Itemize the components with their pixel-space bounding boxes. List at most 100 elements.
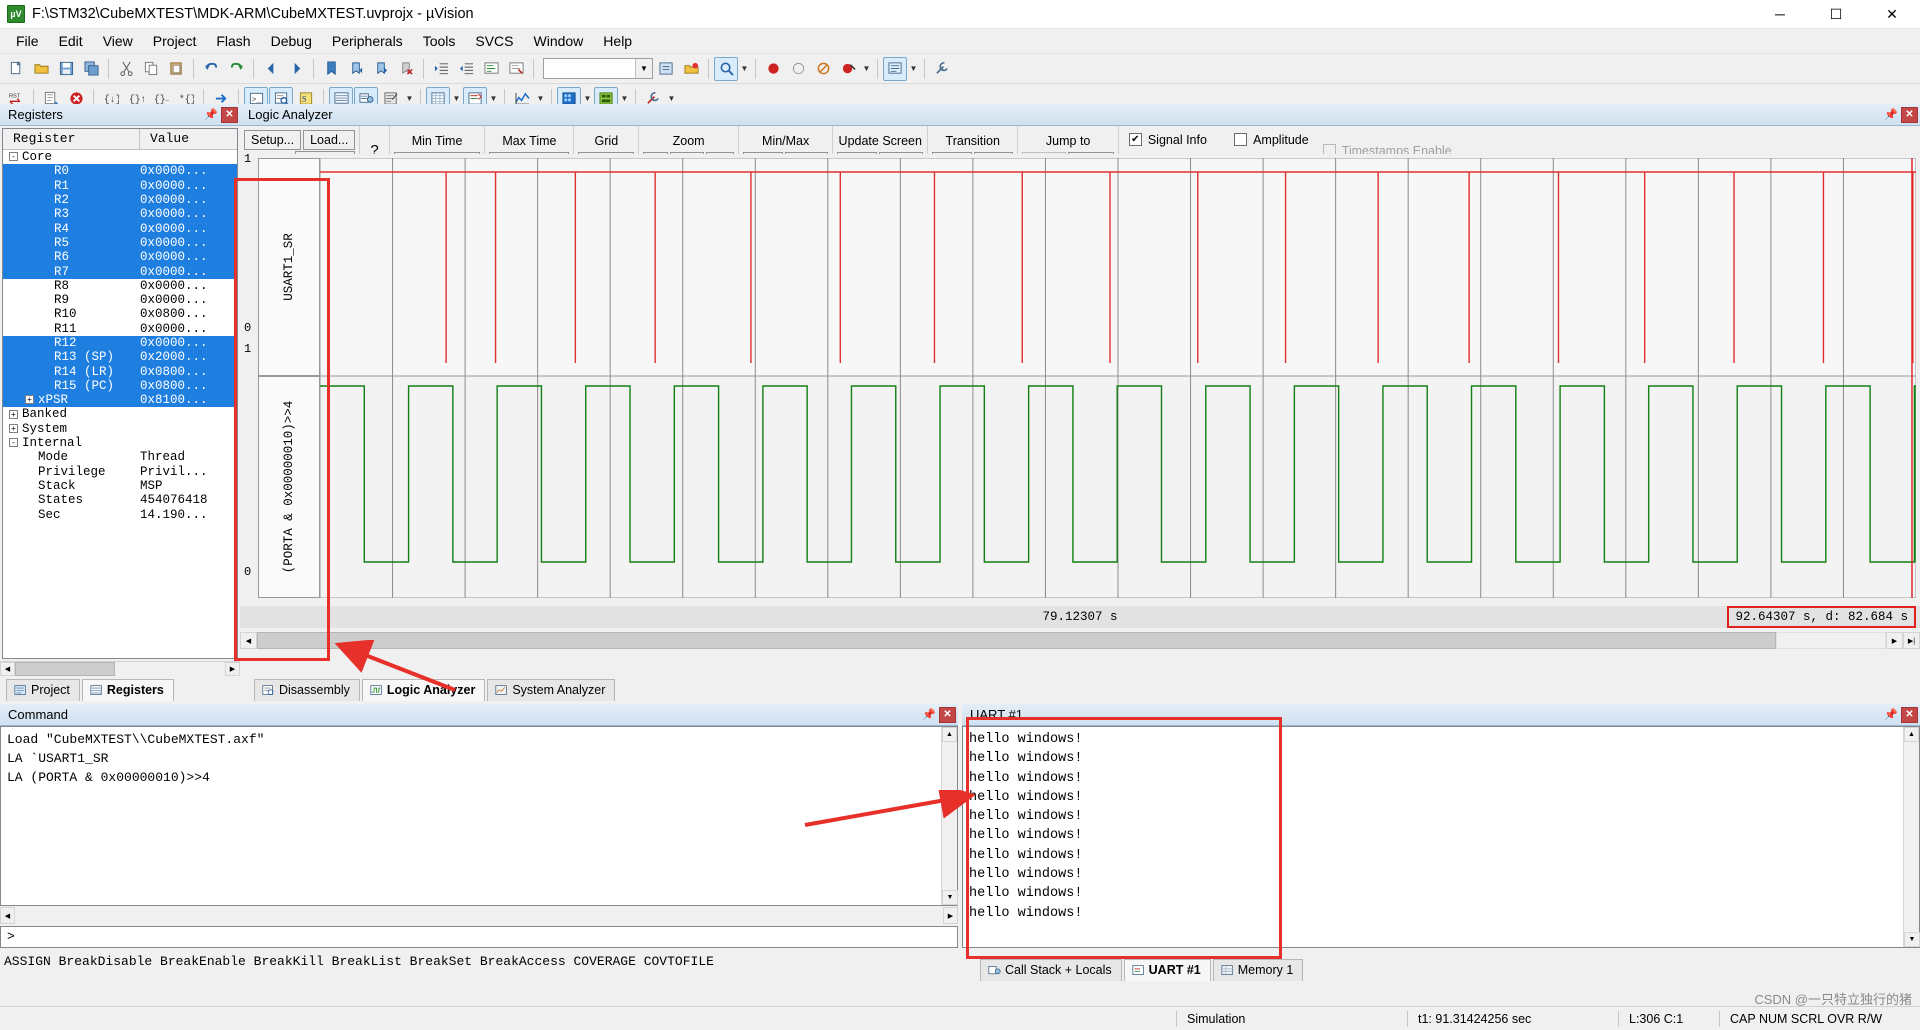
command-hscrollbar[interactable]: ◀ ▶ — [0, 907, 958, 924]
menu-view[interactable]: View — [93, 30, 143, 52]
column-header-register[interactable]: Register — [3, 129, 140, 149]
save-icon[interactable] — [54, 57, 78, 81]
menu-debug[interactable]: Debug — [261, 30, 322, 52]
tab-project[interactable]: Project — [6, 679, 80, 701]
new-file-icon[interactable] — [4, 57, 28, 81]
table-row[interactable]: -Core — [3, 150, 237, 164]
scroll-left-icon[interactable]: ◀ — [0, 907, 15, 924]
signal-info-checkbox[interactable]: ✔ Signal Info — [1129, 130, 1220, 149]
disable-all-breakpoints-icon[interactable] — [811, 57, 835, 81]
table-row[interactable]: R10x0000... — [3, 179, 237, 193]
navigate-back-icon[interactable] — [259, 57, 283, 81]
close-icon[interactable]: ✕ — [1901, 707, 1918, 723]
menu-window[interactable]: Window — [524, 30, 594, 52]
scroll-thumb[interactable] — [15, 662, 115, 676]
cut-icon[interactable] — [114, 57, 138, 81]
options-target-icon[interactable] — [714, 57, 738, 81]
scroll-up-icon[interactable]: ▲ — [1904, 727, 1919, 742]
table-row[interactable]: PrivilegePrivil... — [3, 465, 237, 479]
table-row[interactable]: R13 (SP)0x2000... — [3, 350, 237, 364]
table-row[interactable]: R50x0000... — [3, 236, 237, 250]
amplitude-checkbox[interactable]: Amplitude — [1234, 130, 1309, 149]
redo-icon[interactable] — [224, 57, 248, 81]
undo-icon[interactable] — [199, 57, 223, 81]
menu-flash[interactable]: Flash — [206, 30, 260, 52]
navigate-forward-icon[interactable] — [284, 57, 308, 81]
chevron-down-icon[interactable]: ▼ — [861, 57, 872, 81]
table-row[interactable]: +System — [3, 422, 237, 436]
chevron-down-icon[interactable]: ▼ — [739, 57, 750, 81]
uart-vscrollbar[interactable]: ▲ ▼ — [1903, 727, 1919, 947]
close-icon[interactable]: ✕ — [221, 107, 238, 123]
scroll-down-icon[interactable]: ▼ — [1904, 932, 1920, 947]
tab-memory1[interactable]: Memory 1 — [1213, 959, 1304, 981]
table-row[interactable]: +Banked — [3, 407, 237, 421]
table-row[interactable]: States454076418 — [3, 493, 237, 507]
waveform-hscrollbar[interactable]: ◀ ▶ ▶| — [240, 632, 1920, 649]
command-output[interactable]: Load "CubeMXTEST\\CubeMXTEST.axf" LA `US… — [0, 726, 958, 906]
table-row[interactable]: StackMSP — [3, 479, 237, 493]
menu-project[interactable]: Project — [143, 30, 207, 52]
uart-output[interactable]: hello windows! hello windows! hello wind… — [962, 726, 1920, 948]
open-folder-icon[interactable] — [29, 57, 53, 81]
column-header-value[interactable]: Value — [140, 129, 237, 149]
comment-icon[interactable] — [479, 57, 503, 81]
bookmark-clear-icon[interactable] — [394, 57, 418, 81]
setup-button[interactable]: Setup... — [244, 130, 301, 150]
outdent-icon[interactable] — [454, 57, 478, 81]
bookmark-prev-icon[interactable] — [344, 57, 368, 81]
table-row[interactable]: R80x0000... — [3, 279, 237, 293]
tab-logic-analyzer[interactable]: Logic Analyzer — [362, 679, 485, 701]
table-row[interactable]: R100x0800... — [3, 307, 237, 321]
scroll-left-icon[interactable]: ◀ — [240, 632, 257, 649]
table-row[interactable]: R110x0000... — [3, 322, 237, 336]
expand-icon[interactable]: + — [25, 395, 34, 404]
menu-help[interactable]: Help — [593, 30, 642, 52]
scroll-track[interactable] — [15, 662, 225, 676]
command-input[interactable]: > — [0, 926, 958, 948]
table-row[interactable]: -Internal — [3, 436, 237, 450]
menu-edit[interactable]: Edit — [49, 30, 93, 52]
tab-system-analyzer[interactable]: System Analyzer — [487, 679, 615, 701]
table-row[interactable]: R30x0000... — [3, 207, 237, 221]
scroll-track[interactable] — [1776, 632, 1886, 649]
table-row[interactable]: R120x0000... — [3, 336, 237, 350]
signal-label-porta[interactable]: (PORTA & 0x00000010)>>4 — [258, 376, 320, 598]
registers-hscrollbar[interactable]: ◀ ▶ — [0, 661, 240, 676]
copy-icon[interactable] — [139, 57, 163, 81]
tab-uart1[interactable]: UART #1 — [1124, 959, 1211, 981]
scroll-end-icon[interactable]: ▶| — [1903, 632, 1920, 649]
close-icon[interactable]: ✕ — [1901, 107, 1918, 123]
waveform-canvas[interactable] — [320, 158, 1916, 598]
chevron-down-icon[interactable]: ▼ — [908, 57, 919, 81]
maximize-button[interactable]: ☐ — [1808, 0, 1864, 29]
expand-icon[interactable]: + — [9, 424, 18, 433]
target-select[interactable]: ▼ — [543, 58, 653, 79]
manage-project-icon[interactable] — [679, 57, 703, 81]
scroll-track[interactable] — [15, 907, 943, 924]
minimize-button[interactable]: ─ — [1752, 0, 1808, 29]
table-row[interactable]: R14 (LR)0x0800... — [3, 364, 237, 378]
table-row[interactable]: R60x0000... — [3, 250, 237, 264]
scroll-right-icon[interactable]: ▶ — [943, 907, 958, 924]
menu-file[interactable]: File — [6, 30, 49, 52]
pin-icon[interactable]: 📌 — [203, 107, 219, 123]
close-button[interactable]: ✕ — [1864, 0, 1920, 29]
insert-breakpoint-icon[interactable] — [761, 57, 785, 81]
table-row[interactable]: R20x0000... — [3, 193, 237, 207]
indent-icon[interactable] — [429, 57, 453, 81]
table-row[interactable]: Sec14.190... — [3, 507, 237, 521]
table-row[interactable]: ModeThread — [3, 450, 237, 464]
tab-registers[interactable]: Registers — [82, 679, 174, 701]
table-row[interactable]: R40x0000... — [3, 221, 237, 235]
collapse-icon[interactable]: - — [9, 438, 18, 447]
table-row[interactable]: R90x0000... — [3, 293, 237, 307]
close-icon[interactable]: ✕ — [939, 707, 956, 723]
bookmark-next-icon[interactable] — [369, 57, 393, 81]
menu-tools[interactable]: Tools — [413, 30, 466, 52]
scroll-up-icon[interactable]: ▲ — [942, 727, 957, 742]
tab-call-stack-locals[interactable]: Call Stack + Locals — [980, 959, 1122, 981]
configuration-wizard-icon[interactable] — [883, 57, 907, 81]
kill-all-breakpoints-icon[interactable] — [836, 57, 860, 81]
disable-breakpoint-icon[interactable] — [786, 57, 810, 81]
